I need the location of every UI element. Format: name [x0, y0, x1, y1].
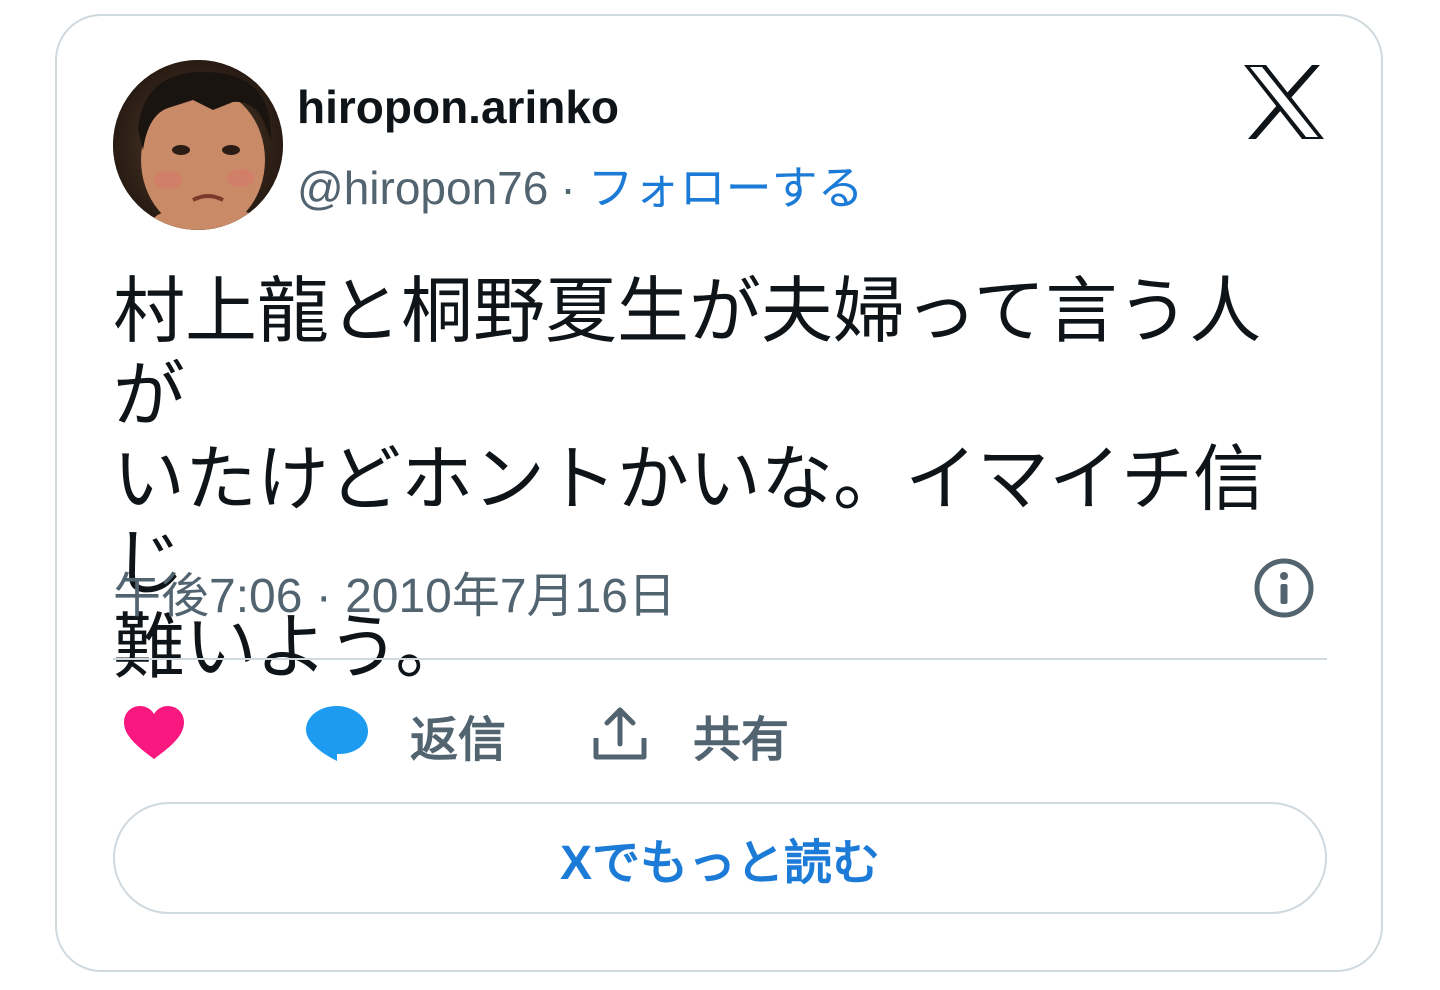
- avatar[interactable]: [113, 60, 283, 230]
- reply-button[interactable]: 返信: [410, 700, 506, 770]
- follow-link[interactable]: フォローする: [588, 162, 864, 214]
- author-display-name[interactable]: hiropon.arinko: [297, 80, 619, 134]
- tweet-timestamp[interactable]: 午後7:06 · 2010年7月16日: [113, 556, 676, 626]
- info-icon[interactable]: [1253, 557, 1315, 619]
- divider: [113, 658, 1327, 660]
- avatar-photo: [113, 60, 283, 230]
- author-handle-row: @hiropon76 · フォローする: [297, 152, 864, 218]
- read-more-on-x-button[interactable]: Xでもっと読む: [113, 802, 1327, 914]
- reply-bubble-icon[interactable]: [305, 704, 370, 762]
- author-handle[interactable]: @hiropon76: [297, 162, 548, 214]
- share-button[interactable]: 共有: [693, 700, 789, 770]
- heart-icon[interactable]: [123, 705, 185, 761]
- tweet-text: 村上龍と桐野夏生が夫婦って言う人が いたけどホントかいな。イマイチ信じ 難いよう…: [113, 272, 1266, 688]
- share-icon[interactable]: [591, 704, 649, 762]
- separator-dot: ·: [560, 162, 576, 214]
- x-logo-icon[interactable]: [1244, 65, 1324, 139]
